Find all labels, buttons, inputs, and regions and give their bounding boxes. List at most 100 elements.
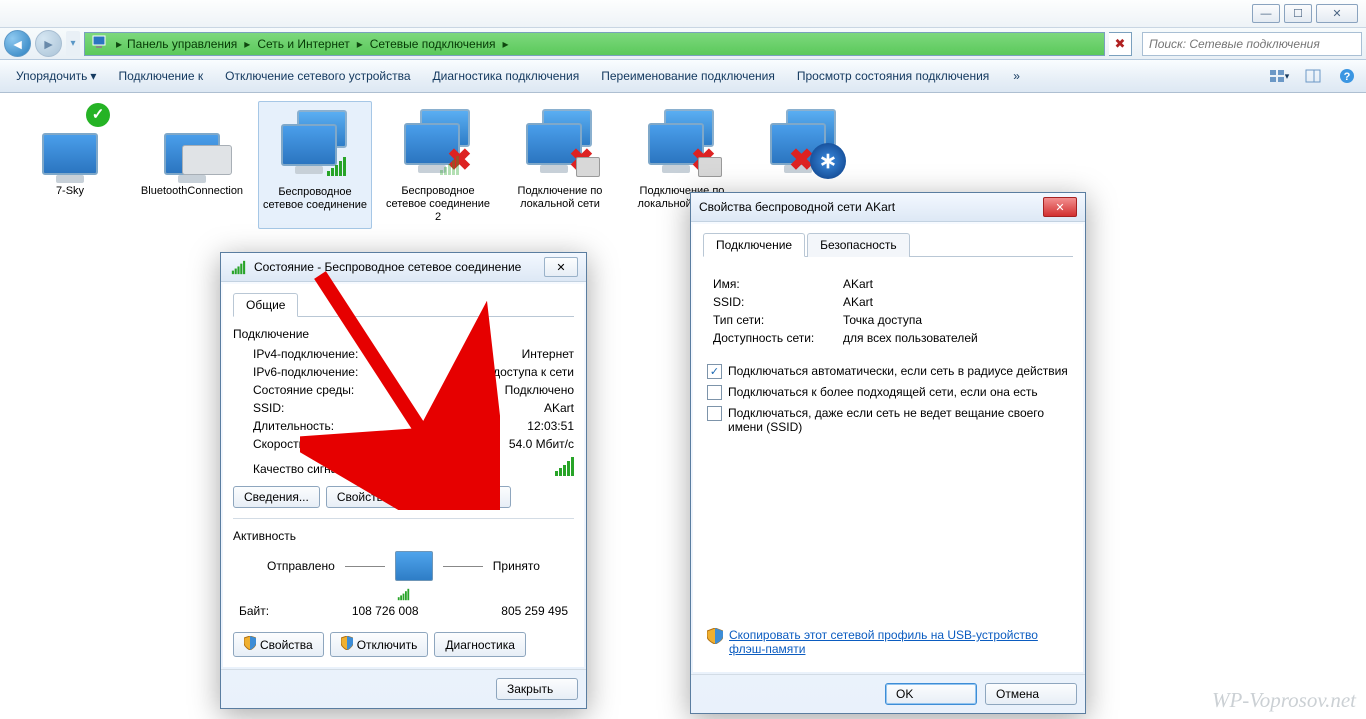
toolbar-view-status[interactable]: Просмотр состояния подключения xyxy=(787,65,999,87)
properties-dialog-titlebar[interactable]: Свойства беспроводной сети AKart ✕ xyxy=(691,193,1085,222)
status-dialog-titlebar[interactable]: Состояние - Беспроводное сетевое соедине… xyxy=(221,253,586,282)
bytes-received-value: 805 259 495 xyxy=(501,604,568,618)
media-state-label: Состояние среды: xyxy=(253,383,354,397)
toolbar-connect-to[interactable]: Подключение к xyxy=(108,65,213,87)
shield-icon xyxy=(244,636,256,653)
rj45-icon xyxy=(576,157,600,177)
connection-wireless-2[interactable]: ✖ Беспроводное сетевое соединение 2 xyxy=(382,101,494,229)
tab-security[interactable]: Безопасность xyxy=(807,233,910,257)
status-dialog-close-button[interactable]: ✕ xyxy=(544,257,578,277)
minimize-icon: — xyxy=(1261,8,1272,20)
preview-pane-button[interactable] xyxy=(1300,64,1326,88)
breadcrumb-network-internet[interactable]: Сеть и Интернет▸ xyxy=(255,33,367,55)
sent-label: Отправлено xyxy=(267,559,335,573)
bytes-sent-value: 108 726 008 xyxy=(352,604,419,618)
window-minimize-button[interactable]: — xyxy=(1252,4,1280,23)
tab-general[interactable]: Общие xyxy=(233,293,298,317)
wireless-properties-button[interactable]: Свойства беспроводной сети xyxy=(326,486,511,508)
nav-forward-button[interactable]: ► xyxy=(35,30,62,57)
cancel-button[interactable]: Отмена xyxy=(985,683,1077,705)
nav-history-dropdown[interactable]: ▾ xyxy=(66,31,80,56)
maximize-icon: ☐ xyxy=(1293,7,1303,20)
connection-label: Беспроводное сетевое соединение xyxy=(261,186,369,212)
watermark: WP-Voprosov.net xyxy=(1212,688,1356,713)
disable-button[interactable]: Отключить xyxy=(330,632,429,657)
signal-bars-icon xyxy=(398,589,409,600)
status-dialog-title: Состояние - Беспроводное сетевое соедине… xyxy=(254,260,521,274)
address-bar[interactable]: ▸ Панель управления▸ Сеть и Интернет▸ Се… xyxy=(84,32,1105,56)
window-close-button[interactable]: ✕ xyxy=(1316,4,1358,23)
duration-label: Длительность: xyxy=(253,419,334,433)
signal-bars-icon xyxy=(555,457,574,476)
window-maximize-button[interactable]: ☐ xyxy=(1284,4,1312,23)
copy-profile-link[interactable]: Скопировать этот сетевой профиль на USB-… xyxy=(729,628,1049,656)
properties-dialog-close-button[interactable]: ✕ xyxy=(1043,197,1077,217)
checkbox-label: Подключаться к более подходящей сети, ес… xyxy=(728,385,1038,399)
breadcrumb-control-panel[interactable]: Панель управления▸ xyxy=(125,33,255,55)
toolbar-diagnose[interactable]: Диагностика подключения xyxy=(423,65,590,87)
diagnose-button[interactable]: Диагностика xyxy=(434,632,526,657)
network-icon xyxy=(91,34,107,53)
toolbar-overflow[interactable]: » xyxy=(1003,65,1030,87)
signal-bars-icon xyxy=(327,152,351,176)
svg-text:?: ? xyxy=(1344,71,1351,83)
command-toolbar: Упорядочить ▾ Подключение к Отключение с… xyxy=(0,60,1366,93)
shield-icon xyxy=(341,636,353,653)
breadcrumb-network-connections[interactable]: Сетевые подключения▸ xyxy=(368,33,514,55)
props-ssid-value: AKart xyxy=(843,295,1069,309)
props-name-value: AKart xyxy=(843,277,1069,291)
chevron-right-icon: ▸ xyxy=(113,37,125,51)
checkbox-connect-hidden[interactable]: Подключаться, даже если сеть не ведет ве… xyxy=(707,403,1069,437)
tab-connection[interactable]: Подключение xyxy=(703,233,805,257)
close-icon: ✕ xyxy=(1332,7,1341,20)
toolbar-disable-device[interactable]: Отключение сетевого устройства xyxy=(215,65,420,87)
checkbox-label: Подключаться автоматически, если сеть в … xyxy=(728,364,1068,378)
details-button[interactable]: Сведения... xyxy=(233,486,320,508)
checkbox-icon xyxy=(707,406,722,421)
connection-7sky[interactable]: ✓ 7-Sky xyxy=(14,101,126,229)
props-nettype-label: Тип сети: xyxy=(713,313,843,327)
checkbox-icon xyxy=(707,385,722,400)
chevron-down-icon: ▾ xyxy=(1285,71,1290,82)
signal-bars-icon xyxy=(440,151,464,175)
ipv4-label: IPv4-подключение: xyxy=(253,347,358,361)
toolbar-organize[interactable]: Упорядочить ▾ xyxy=(6,65,106,87)
props-availability-value: для всех пользователей xyxy=(843,331,1069,345)
bytes-label: Байт: xyxy=(239,604,269,618)
checkbox-icon: ✓ xyxy=(707,364,722,379)
ssid-label: SSID: xyxy=(253,401,284,415)
props-nettype-value: Точка доступа xyxy=(843,313,1069,327)
shield-icon xyxy=(707,628,723,644)
ipv6-label: IPv6-подключение: xyxy=(253,365,358,379)
view-options-button[interactable]: ▾ xyxy=(1266,64,1292,88)
help-button[interactable]: ? xyxy=(1334,64,1360,88)
nav-back-button[interactable]: ◄ xyxy=(4,30,31,57)
ok-button[interactable]: OK xyxy=(885,683,977,705)
status-dialog: Состояние - Беспроводное сетевое соедине… xyxy=(220,252,587,709)
modem-icon xyxy=(182,145,232,175)
connection-wireless-1[interactable]: Беспроводное сетевое соединение xyxy=(258,101,372,229)
connection-label: Подключение по локальной сети xyxy=(506,185,614,211)
properties-button[interactable]: Свойства xyxy=(233,632,324,657)
connection-lan-1[interactable]: ✖ Подключение по локальной сети xyxy=(504,101,616,229)
group-activity-label: Активность xyxy=(233,529,574,543)
media-state-value: Подключено xyxy=(505,383,574,397)
address-stop-button[interactable]: ✖ xyxy=(1109,32,1132,56)
connection-label: 7-Sky xyxy=(56,185,84,198)
connection-bluetooth[interactable]: BluetoothConnection xyxy=(136,101,248,229)
props-ssid-label: SSID: xyxy=(713,295,843,309)
close-button[interactable]: Закрыть xyxy=(496,678,578,700)
connection-label: BluetoothConnection xyxy=(141,185,243,198)
search-input[interactable] xyxy=(1143,37,1361,51)
signal-bars-icon xyxy=(232,260,245,273)
toolbar-rename[interactable]: Переименование подключения xyxy=(591,65,785,87)
ipv6-value: Без доступа к сети xyxy=(470,365,574,379)
properties-dialog: Свойства беспроводной сети AKart ✕ Подкл… xyxy=(690,192,1086,714)
connected-check-icon: ✓ xyxy=(86,103,110,127)
checkbox-auto-connect[interactable]: ✓ Подключаться автоматически, если сеть … xyxy=(707,361,1069,382)
rj45-icon xyxy=(698,157,722,177)
signal-quality-label: Качество сигнала: xyxy=(253,462,354,476)
speed-value: 54.0 Мбит/с xyxy=(509,437,574,451)
search-box[interactable] xyxy=(1142,32,1362,56)
checkbox-prefer-better[interactable]: Подключаться к более подходящей сети, ес… xyxy=(707,382,1069,403)
